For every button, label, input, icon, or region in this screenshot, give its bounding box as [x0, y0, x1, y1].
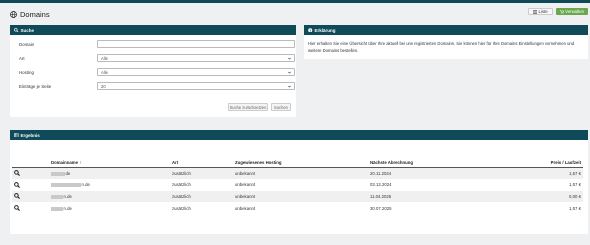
- price-cell: 1,57 €: [569, 205, 581, 211]
- globe-icon: [10, 10, 17, 18]
- magnifier-icon[interactable]: [14, 193, 20, 200]
- list-button-label: Liste: [538, 9, 548, 14]
- table-header-row: Domainname ↑ Art Zugewiesenes Hosting Nä…: [12, 158, 583, 168]
- manage-button[interactable]: Verwalten: [555, 8, 588, 15]
- domain-cell[interactable]: n.de: [49, 202, 170, 214]
- row-action-cell[interactable]: [12, 167, 49, 179]
- page-title: Domains: [20, 9, 50, 19]
- magnifier-icon[interactable]: [14, 170, 20, 177]
- col-actions: [12, 158, 49, 168]
- search-panel-header: Suche: [10, 25, 296, 35]
- art-cell: zusätzlich: [170, 190, 233, 203]
- hosting-cell: unbekannt: [235, 205, 256, 211]
- chevron-down-icon: [288, 57, 291, 60]
- hosting-select-value: Alle: [101, 69, 108, 75]
- redacted-block: [51, 183, 81, 188]
- hosting-select[interactable]: Alle: [97, 68, 295, 76]
- per-page-select[interactable]: 20: [97, 82, 295, 90]
- list-button[interactable]: Liste: [528, 8, 553, 15]
- price-cell: 0,00 €: [503, 190, 583, 203]
- hosting-cell: unbekannt: [233, 190, 368, 203]
- search-panel-title: Suche: [20, 27, 35, 33]
- art-cell: zusätzlich: [172, 205, 191, 211]
- info-panel-title: Erklärung: [314, 27, 336, 33]
- price-cell: 1,57 €: [503, 167, 583, 179]
- billing-cell: 03.12.2024: [370, 182, 392, 188]
- hosting-label: Hosting: [19, 70, 34, 75]
- domain-input[interactable]: [97, 40, 295, 48]
- art-select-value: Alle: [101, 55, 108, 61]
- hosting-cell: unbekannt: [235, 182, 256, 188]
- list-icon: [533, 9, 538, 14]
- redacted-block: [51, 206, 63, 211]
- col-billing[interactable]: Nächste Abrechnung: [368, 158, 503, 168]
- col-domainname[interactable]: Domainname ↑: [49, 158, 170, 168]
- search-panel: Suche Domain Art Alle Hosting Alle Eintr…: [10, 25, 296, 117]
- info-icon: [308, 27, 313, 33]
- search-icon: [14, 27, 19, 33]
- chevron-down-icon: [288, 85, 291, 88]
- reset-search-button[interactable]: Suche zurücksetzen: [228, 103, 268, 111]
- col-hosting[interactable]: Zugewiesenes Hosting: [233, 158, 368, 168]
- col-price[interactable]: Preis / Laufzeit: [503, 158, 583, 168]
- search-button[interactable]: Suchen: [271, 103, 291, 111]
- cart-icon: [559, 9, 564, 14]
- table-row[interactable]: de zusätzlich unbekannt 20.11.2024 1,57 …: [12, 167, 583, 179]
- hosting-cell: unbekannt: [233, 167, 368, 179]
- redacted-block: [51, 171, 65, 176]
- table-icon: [14, 132, 19, 138]
- table-row[interactable]: n.de zusätzlich unbekannt 11.04.2025 0,0…: [12, 190, 583, 203]
- row-action-cell[interactable]: [12, 179, 49, 191]
- per-page-select-value: 20: [101, 83, 106, 89]
- billing-cell: 20.11.2024: [368, 167, 503, 179]
- sort-asc-icon: ↑: [79, 159, 82, 165]
- info-text: Hier erhalten Sie eine Übersicht über Ih…: [308, 41, 575, 53]
- art-cell: zusätzlich: [170, 167, 233, 179]
- redacted-block: [51, 194, 63, 199]
- art-label: Art: [19, 56, 25, 61]
- col-art[interactable]: Art: [170, 158, 233, 168]
- art-cell: zusätzlich: [172, 182, 191, 188]
- top-bar: [0, 0, 590, 3]
- results-panel-header: Ergebnis: [10, 130, 588, 140]
- billing-cell: 11.04.2025: [368, 190, 503, 203]
- info-panel: Erklärung Hier erhalten Sie eine Übersic…: [304, 25, 588, 59]
- domain-cell[interactable]: de: [49, 167, 170, 179]
- page-footer-area: [0, 237, 590, 245]
- domain-cell[interactable]: n.de: [49, 190, 170, 203]
- row-action-cell[interactable]: [12, 202, 49, 214]
- magnifier-icon[interactable]: [14, 205, 20, 212]
- per-page-label: Einträge je Seite: [19, 84, 52, 89]
- table-row[interactable]: n.de zusätzlich unbekannt 03.12.2024 1,5…: [12, 179, 583, 191]
- info-panel-header: Erklärung: [304, 25, 588, 35]
- chevron-down-icon: [288, 71, 291, 74]
- domain-cell[interactable]: n.de: [49, 179, 170, 191]
- row-action-cell[interactable]: [12, 190, 49, 203]
- price-cell: 1,57 €: [569, 182, 581, 188]
- magnifier-icon[interactable]: [14, 181, 20, 188]
- domain-label: Domain: [19, 42, 35, 47]
- table-row[interactable]: n.de zusätzlich unbekannt 30.07.2025 1,5…: [12, 202, 583, 214]
- manage-button-label: Verwalten: [565, 9, 584, 14]
- page-header: Domains: [10, 9, 50, 19]
- billing-cell: 30.07.2025: [370, 205, 392, 211]
- art-select[interactable]: Alle: [97, 54, 295, 62]
- results-table: Domainname ↑ Art Zugewiesenes Hosting Nä…: [12, 158, 583, 214]
- results-panel-title: Ergebnis: [20, 132, 40, 138]
